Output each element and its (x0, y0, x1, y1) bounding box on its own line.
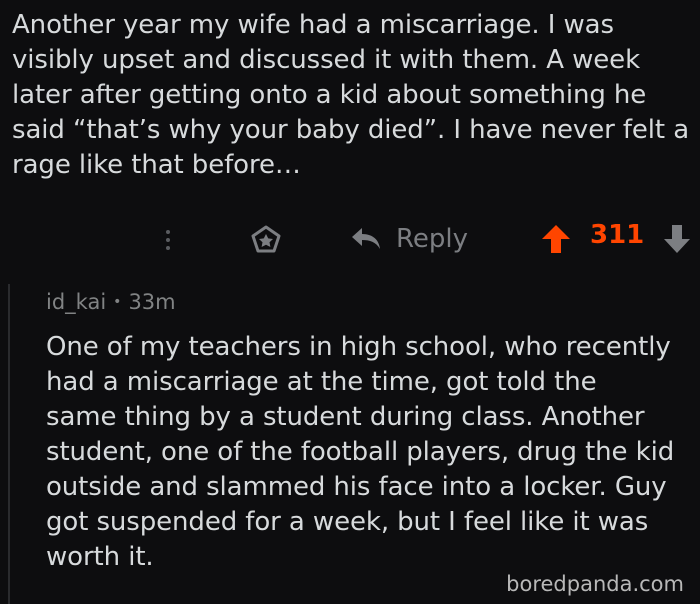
watermark: boredpanda.com (506, 572, 684, 596)
reply-meta: id_kai • 33m (46, 290, 176, 314)
downvote-arrow-icon[interactable] (662, 224, 692, 258)
more-vertical-icon[interactable] (158, 224, 178, 254)
vote-score: 311 (590, 220, 645, 250)
reply-timestamp: 33m (128, 290, 176, 314)
thread-line[interactable] (8, 284, 10, 604)
upvote-arrow-icon[interactable] (540, 224, 572, 258)
comment-action-bar: Reply 311 (0, 218, 700, 260)
meta-separator: • (113, 294, 122, 310)
reply-author[interactable]: id_kai (46, 290, 106, 314)
award-icon[interactable] (250, 224, 282, 258)
reply-label: Reply (396, 224, 469, 254)
reply-arrow-icon (352, 228, 380, 249)
reply-comment-body: One of my teachers in high school, who r… (46, 332, 675, 572)
parent-comment-body: Another year my wife had a miscarriage. … (12, 10, 690, 180)
reply-button[interactable]: Reply (350, 218, 468, 260)
